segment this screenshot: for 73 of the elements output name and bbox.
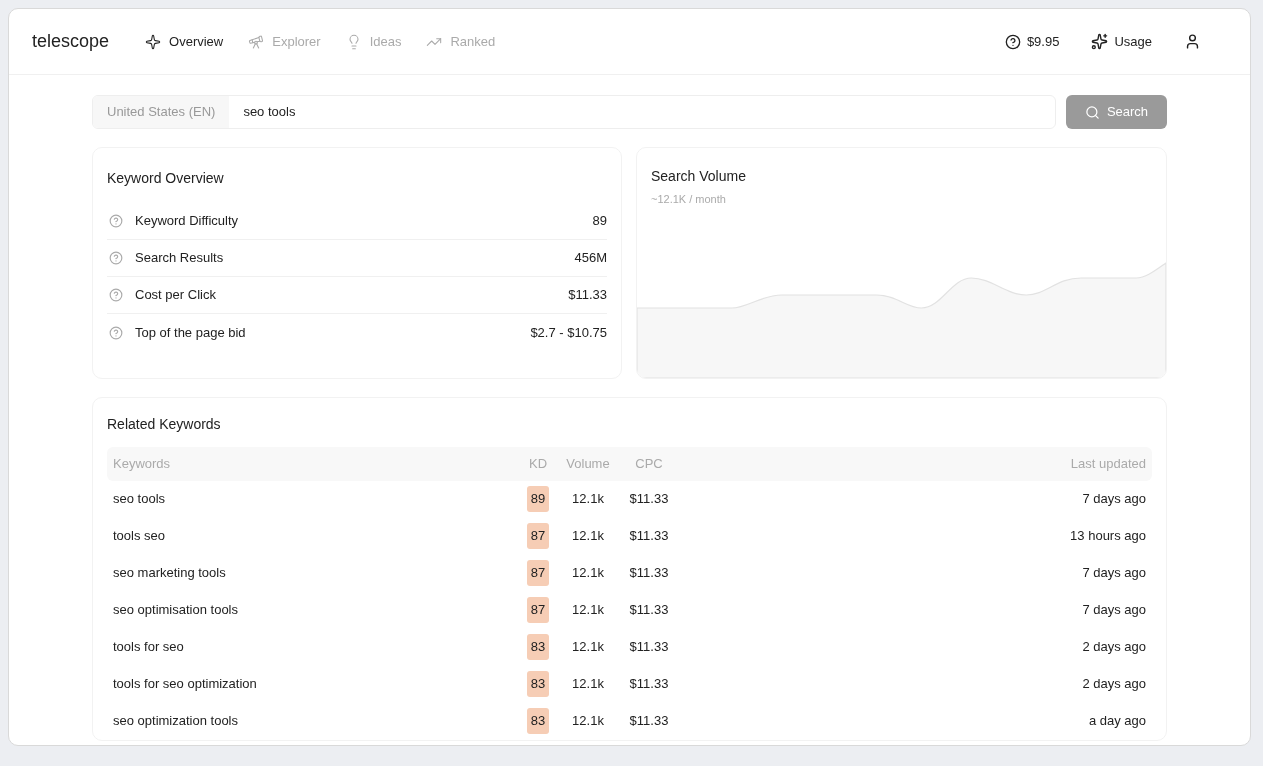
column-header: Keywords xyxy=(113,454,172,473)
help-icon xyxy=(1004,33,1021,50)
sparkle-icon xyxy=(145,33,162,50)
kd-badge: 83 xyxy=(526,708,550,734)
brand-logo: telescope xyxy=(32,30,110,53)
updated-cell-text: 13 hours ago xyxy=(1069,527,1146,546)
metric-label: Keyword Difficulty xyxy=(135,212,239,231)
kd-badge: 87 xyxy=(526,523,550,549)
telescope-icon xyxy=(248,33,265,50)
search-value: seo tools xyxy=(242,103,297,122)
updated-cell-text: 7 days ago xyxy=(1081,601,1146,620)
updated-cell-text: 2 days ago xyxy=(1081,675,1146,694)
help-icon[interactable] xyxy=(109,251,123,265)
metric-value: 89 xyxy=(592,212,607,231)
region-selector[interactable]: United States (EN) xyxy=(93,96,230,128)
keyword-cell-text: seo optimisation tools xyxy=(113,601,239,620)
kd-badge: 83 xyxy=(526,671,550,697)
kd-badge: 89 xyxy=(526,486,550,512)
cpc-cell-text: $11.33 xyxy=(628,675,670,694)
cpc-cell-text: $11.33 xyxy=(628,564,670,583)
updated-cell-text: 7 days ago xyxy=(1081,564,1146,583)
cpc-cell-text: $11.33 xyxy=(628,601,670,620)
column-header: Last updated xyxy=(1069,454,1146,473)
volume-cell-text: 12.1k xyxy=(571,490,605,509)
search-icon xyxy=(1084,104,1100,120)
cpc-cell-text: $11.33 xyxy=(628,638,670,657)
updated-cell-text: a day ago xyxy=(1087,712,1146,731)
help-icon[interactable] xyxy=(109,288,123,302)
cpc-cell-text: $11.33 xyxy=(628,712,670,731)
help-icon[interactable] xyxy=(109,325,123,340)
metric-value: $2.7 - $10.75 xyxy=(530,323,607,342)
search-field[interactable]: United States (EN) seo tools xyxy=(92,95,1056,129)
keyword-cell-text: tools seo xyxy=(113,527,167,546)
metric-label: Cost per Click xyxy=(135,286,216,305)
volume-cell-text: 12.1k xyxy=(571,712,605,731)
volume-cell-text: 12.1k xyxy=(571,527,605,546)
column-header: Volume xyxy=(565,454,611,473)
updated-cell-text: 2 days ago xyxy=(1081,638,1146,657)
keyword-cell-text: seo tools xyxy=(113,490,167,509)
volume-cell-text: 12.1k xyxy=(571,638,605,657)
volume-cell-text: 12.1k xyxy=(571,601,605,620)
volume-cell-text: 12.1k xyxy=(571,564,605,583)
keyword-cell-text: tools for seo xyxy=(113,638,185,657)
keyword-cell-text: seo optimization tools xyxy=(113,712,239,731)
cpc-cell-text: $11.33 xyxy=(628,490,670,509)
kd-badge: 87 xyxy=(526,597,550,623)
kd-badge: 83 xyxy=(526,634,550,660)
nav-link[interactable]: Ideas xyxy=(345,31,402,52)
nav-link[interactable]: Explorer xyxy=(248,31,321,52)
usage-link[interactable]: Usage xyxy=(1091,31,1152,52)
card-title: Keyword Overview xyxy=(107,169,225,188)
updated-cell-text: 7 days ago xyxy=(1081,490,1146,509)
nav-link[interactable]: Overview xyxy=(145,31,224,52)
metric-value: 456M xyxy=(574,249,607,268)
volume-subtitle: ~12.1K / month xyxy=(650,192,727,207)
keyword-cell-text: seo marketing tools xyxy=(113,564,227,583)
kd-badge: 87 xyxy=(526,560,550,586)
metric-value: $11.33 xyxy=(568,286,607,305)
help-icon[interactable] xyxy=(109,214,123,228)
column-header: CPC xyxy=(634,454,664,473)
user-icon[interactable] xyxy=(1184,33,1201,50)
search-button[interactable]: Search xyxy=(1066,95,1167,129)
metric-label: Top of the page bid xyxy=(135,323,246,342)
credits-link[interactable]: $9.95 xyxy=(1004,31,1060,52)
keyword-cell-text: tools for seo optimization xyxy=(113,675,258,694)
sparkles-icon xyxy=(1091,33,1109,50)
column-header: KD xyxy=(527,454,549,473)
cpc-cell-text: $11.33 xyxy=(628,527,670,546)
card-title: Search Volume xyxy=(650,167,747,186)
card-title: Related Keywords xyxy=(107,414,222,434)
volume-cell-text: 12.1k xyxy=(571,675,605,694)
nav-link[interactable]: Ranked xyxy=(426,31,496,52)
metric-label: Search Results xyxy=(135,249,224,268)
